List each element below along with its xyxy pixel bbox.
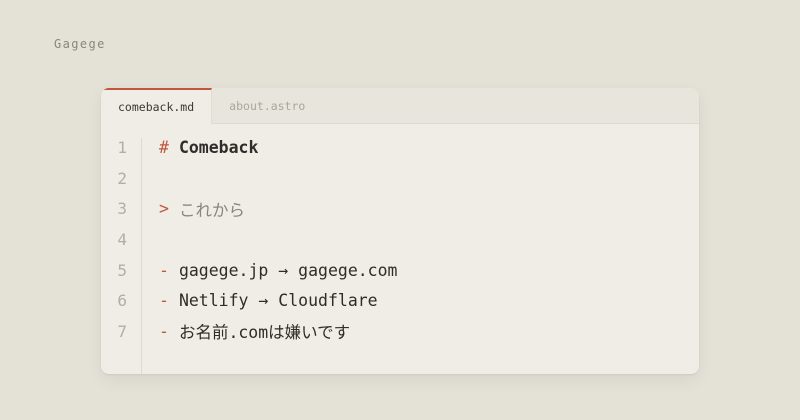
line-number: 4: [117, 229, 127, 249]
heading-marker: #: [159, 137, 169, 157]
line-text: Netlify → Cloudflare: [178, 291, 378, 311]
line-number: 5: [117, 260, 127, 280]
line-number: 1: [117, 137, 127, 157]
line-number: 6: [117, 291, 127, 311]
code-line: 6 - Netlify → Cloudflare: [101, 285, 699, 316]
tab-comeback-md[interactable]: comeback.md: [101, 88, 213, 124]
line-number: 3: [117, 199, 127, 219]
code-line: 4: [101, 224, 699, 255]
line-number: 2: [117, 168, 127, 188]
code-editor: comeback.md about.astro 1 # Comeback 2 3…: [101, 88, 699, 374]
list-marker: -: [159, 260, 169, 280]
list-marker: -: [159, 321, 169, 341]
line-number: 7: [117, 321, 127, 341]
line-text: Comeback: [178, 137, 259, 157]
code-line: 3 > これから: [101, 193, 699, 224]
code-line: 2: [101, 163, 699, 194]
code-area[interactable]: 1 # Comeback 2 3 > これから 4 5 - gagege.jp …: [101, 124, 699, 374]
tab-about-astro[interactable]: about.astro: [212, 88, 322, 123]
list-marker: -: [159, 291, 169, 311]
quote-marker: >: [159, 199, 169, 219]
line-text: gagege.jp → gagege.com: [178, 260, 398, 280]
code-line: 5 - gagege.jp → gagege.com: [101, 255, 699, 286]
line-text: これから: [178, 200, 245, 220]
tab-bar: comeback.md about.astro: [101, 88, 699, 124]
code-line: 1 # Comeback: [101, 132, 699, 163]
line-text: お名前.comは嫌いです: [178, 323, 351, 343]
brand-title: Gagege: [54, 37, 106, 51]
gutter-divider: [141, 138, 142, 374]
code-line: 7 - お名前.comは嫌いです: [101, 316, 699, 347]
